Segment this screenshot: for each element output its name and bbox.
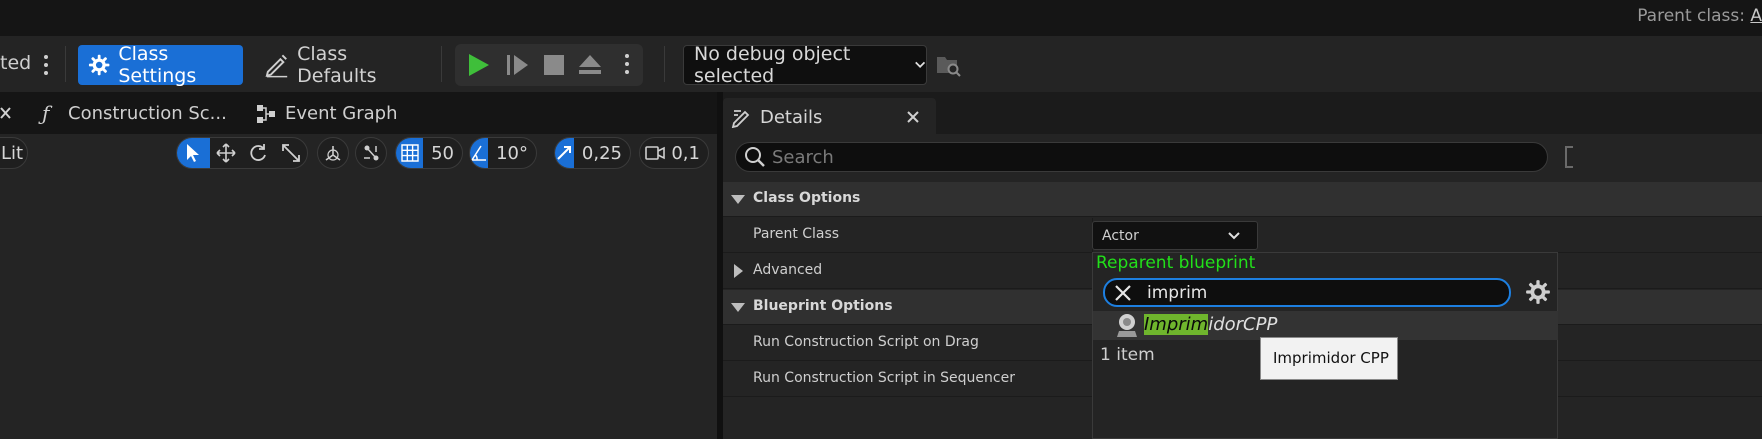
lit-mode-label: Lit: [1, 142, 24, 164]
scale-icon: [281, 144, 300, 162]
item-count: 1 item: [1100, 345, 1155, 365]
reparent-search-input[interactable]: [1147, 282, 1497, 304]
scale-snap-toggle[interactable]: [555, 138, 574, 168]
grid-icon: [400, 144, 419, 162]
angle-icon: [471, 145, 487, 161]
collapse-arrow-icon: [734, 264, 743, 278]
play-icon[interactable]: [465, 52, 491, 78]
advanced-label: Advanced: [753, 262, 823, 278]
viewport[interactable]: Lit 50 10° 0,25 0,1: [0, 134, 717, 439]
class-defaults-label: Class Defaults: [297, 43, 377, 87]
grid-snap-toggle[interactable]: [396, 138, 424, 168]
category-class-options[interactable]: Class Options: [723, 182, 1762, 217]
property-parent-class: Parent Class Actor: [723, 218, 1762, 253]
parent-class-top-label: Parent class:: [1637, 6, 1745, 26]
eject-icon[interactable]: [577, 52, 603, 78]
move-arrows-icon: [216, 143, 236, 163]
camera-speed-value: 0,1: [671, 142, 700, 164]
gear-icon: [88, 54, 110, 76]
grid-snap-control[interactable]: 50: [395, 137, 463, 169]
play-controls: [455, 44, 643, 86]
tab-details[interactable]: Details: [723, 98, 936, 134]
close-icon[interactable]: [907, 111, 919, 123]
coordinate-space-button[interactable]: [317, 137, 349, 169]
details-pencil-icon: [731, 110, 750, 128]
frame-advance-icon[interactable]: [504, 52, 530, 78]
camera-speed-toggle[interactable]: [640, 138, 669, 168]
rotation-snap-control[interactable]: 10°: [469, 137, 537, 169]
local-space-icon: [325, 146, 341, 161]
rotate-tool-button[interactable]: [242, 138, 275, 168]
chevron-down-icon: [1228, 232, 1240, 240]
debug-object-label: No debug object selected: [694, 43, 851, 87]
main-toolbar: ted Class Settings Class Defaults No deb…: [0, 36, 1762, 92]
details-search-input[interactable]: [772, 146, 1532, 168]
clear-search-icon[interactable]: [1114, 284, 1132, 302]
play-options-icon[interactable]: [624, 54, 630, 78]
lit-mode-button[interactable]: Lit: [0, 137, 28, 169]
search-match-highlight: Imprim: [1144, 314, 1209, 335]
class-result-rest: idorCPP: [1208, 314, 1278, 335]
blueprint-options-label: Blueprint Options: [753, 298, 893, 314]
title-bar: Parent class: A: [0, 0, 1762, 36]
graph-tabs: ƒ Construction Sc... Event Graph: [0, 92, 720, 134]
reparent-search[interactable]: [1103, 278, 1511, 307]
reparent-title: Reparent blueprint: [1096, 253, 1256, 273]
grid-size-value: 50: [431, 142, 454, 164]
parent-class-combo[interactable]: Actor: [1092, 221, 1258, 250]
parent-class-label: Parent Class: [753, 226, 840, 242]
graph-nodes-icon: [257, 105, 275, 123]
toolbar-separator: [65, 46, 66, 82]
class-result-label: ImprimidorCPP: [1144, 314, 1277, 335]
class-tooltip: Imprimidor CPP: [1260, 337, 1398, 380]
actor-class-icon: [1117, 314, 1137, 337]
translate-tool-button[interactable]: [210, 138, 243, 168]
tab-event-graph-label: Event Graph: [285, 103, 398, 124]
camera-icon: [644, 146, 665, 160]
toolbar-separator: [664, 46, 665, 82]
panel-options-icon[interactable]: [1565, 146, 1573, 168]
rotation-snap-toggle[interactable]: [470, 138, 489, 168]
expand-arrow-icon: [731, 303, 745, 312]
scale-snap-control[interactable]: 0,25: [554, 137, 631, 169]
camera-speed-control[interactable]: 0,1: [639, 137, 709, 169]
function-icon: ƒ: [42, 101, 50, 125]
toolbar-cut-label: ted: [0, 52, 32, 74]
tab-construction-label: Construction Sc...: [68, 103, 227, 124]
surface-snap-button[interactable]: [355, 137, 387, 169]
search-icon: [745, 147, 765, 167]
expand-arrow-icon: [731, 195, 745, 204]
tooltip-label: Imprimidor CPP: [1273, 349, 1389, 367]
class-settings-button[interactable]: Class Settings: [78, 43, 243, 87]
gear-icon[interactable]: [1525, 279, 1551, 305]
class-settings-label: Class Settings: [118, 43, 197, 87]
parent-class-value: Actor: [1102, 228, 1139, 244]
class-result-item[interactable]: ImprimidorCPP: [1093, 311, 1558, 340]
rotate-icon: [250, 144, 267, 161]
scale-snap-icon: [557, 146, 572, 160]
surface-snap-icon: [364, 145, 379, 161]
run-in-sequencer-label: Run Construction Script in Sequencer: [753, 370, 1015, 386]
toolbar-separator: [441, 46, 442, 82]
run-on-drag-label: Run Construction Script on Drag: [753, 334, 979, 350]
class-defaults-button[interactable]: Class Defaults: [256, 43, 428, 87]
select-tool-button[interactable]: [177, 138, 210, 168]
class-options-label: Class Options: [753, 190, 861, 206]
scale-tool-button[interactable]: [275, 138, 308, 168]
chevron-down-icon: [914, 61, 925, 68]
debug-object-select[interactable]: No debug object selected: [683, 43, 927, 87]
transform-tools: [176, 137, 308, 169]
cursor-arrow-icon: [187, 144, 200, 162]
toolbar-options-icon[interactable]: [43, 55, 49, 79]
details-tab-label: Details: [760, 107, 823, 128]
parent-class-indicator: Parent class: A: [1637, 6, 1762, 26]
details-search[interactable]: [735, 142, 1548, 172]
scale-snap-value: 0,25: [581, 142, 622, 164]
parent-class-top-link[interactable]: A: [1750, 6, 1762, 26]
edit-pencil-icon: [265, 54, 288, 78]
close-icon[interactable]: [0, 106, 12, 120]
rotation-snap-value: 10°: [496, 142, 528, 164]
find-in-folder-icon[interactable]: [936, 53, 962, 77]
stop-icon[interactable]: [541, 52, 567, 78]
